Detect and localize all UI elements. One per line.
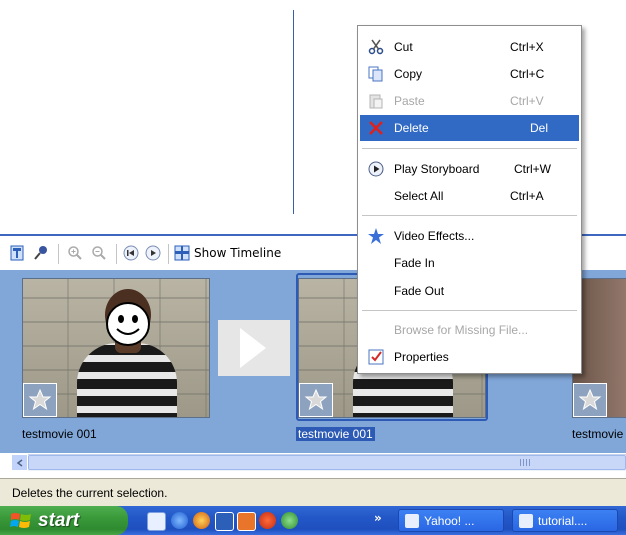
menu-separator <box>362 148 577 149</box>
menu-item-label: Copy <box>394 67 423 81</box>
menu-item-shortcut: Ctrl+C <box>510 67 545 81</box>
powerpoint-icon[interactable] <box>237 512 256 531</box>
microphone-icon[interactable] <box>32 244 50 262</box>
zoom-in-icon[interactable] <box>66 244 84 262</box>
quicklaunch-chevron[interactable]: » <box>374 511 382 525</box>
chevron-left-icon <box>16 458 22 467</box>
transition-slot[interactable] <box>218 320 290 376</box>
timeline-icon <box>174 245 190 261</box>
clip-label-selected: testmovie 001 <box>296 427 375 441</box>
firefox-icon[interactable] <box>193 512 210 529</box>
task-label: Yahoo! ... <box>424 513 475 528</box>
clip-thumbnail <box>22 278 210 418</box>
menu-item-label: Video Effects... <box>394 229 475 243</box>
menu-item-label: Select All <box>394 189 444 203</box>
taskbar: start » Yahoo! ... tutorial.... <box>0 506 626 535</box>
menu-item-browse-missing-file[interactable]: Browse for Missing File... <box>360 317 579 343</box>
menu-item-label: Play Storyboard <box>394 162 480 176</box>
toolbar-separator <box>116 244 117 264</box>
delete-x-icon <box>368 120 384 136</box>
menu-item-shortcut: Ctrl+W <box>514 162 551 176</box>
menu-item-label: Fade Out <box>394 284 445 298</box>
clip-label: testmovie <box>572 427 624 441</box>
menu-item-shortcut: Ctrl+A <box>510 189 544 203</box>
status-bar: Deletes the current selection. <box>0 478 626 506</box>
video-effect-star-icon[interactable] <box>23 383 57 417</box>
menu-item-delete[interactable]: Delete Del <box>360 115 579 141</box>
start-label: start <box>38 509 80 531</box>
media-player-icon[interactable] <box>259 512 276 529</box>
menu-item-paste[interactable]: Paste Ctrl+V <box>360 88 579 114</box>
messenger-icon[interactable] <box>281 512 298 529</box>
narrate-timeline-icon[interactable] <box>8 244 26 262</box>
menu-separator <box>362 310 577 311</box>
clip-label: testmovie 001 <box>22 427 97 441</box>
scroll-left-button[interactable] <box>11 454 28 471</box>
menu-item-fade-in[interactable]: Fade In <box>360 250 579 276</box>
menu-separator <box>362 215 577 216</box>
start-button[interactable]: start <box>0 506 128 535</box>
preview-divider <box>293 10 294 214</box>
menu-item-shortcut: Del <box>530 121 549 135</box>
scissors-icon <box>368 39 384 55</box>
task-label: tutorial.... <box>538 513 588 528</box>
task-button-yahoo[interactable]: Yahoo! ... <box>398 509 504 532</box>
video-effect-star-icon[interactable] <box>299 383 333 417</box>
video-effect-star-icon[interactable] <box>573 383 607 417</box>
zoom-out-icon[interactable] <box>90 244 108 262</box>
menu-item-shortcut: Ctrl+X <box>510 40 544 54</box>
menu-item-properties[interactable]: Properties <box>360 344 579 370</box>
menu-item-cut[interactable]: Cut Ctrl+X <box>360 34 579 60</box>
word-icon[interactable] <box>215 512 234 531</box>
transition-arrow-icon <box>240 328 266 368</box>
internet-explorer-icon[interactable] <box>171 512 188 529</box>
show-desktop-icon[interactable] <box>147 512 166 531</box>
rewind-icon[interactable] <box>122 244 140 262</box>
menu-item-label: Fade In <box>394 256 435 270</box>
status-text: Deletes the current selection. <box>12 486 168 500</box>
toolbar-separator <box>168 244 169 264</box>
smiley-face-icon <box>106 302 150 346</box>
play-icon <box>368 161 384 177</box>
menu-item-label: Delete <box>394 121 429 135</box>
menu-item-label: Paste <box>394 94 425 108</box>
video-effects-star-icon <box>368 228 384 244</box>
toolbar-separator <box>58 244 59 264</box>
menu-item-video-effects[interactable]: Video Effects... <box>360 223 579 249</box>
windows-logo-icon <box>10 512 31 528</box>
menu-item-fade-out[interactable]: Fade Out <box>360 278 579 304</box>
menu-item-shortcut: Ctrl+V <box>510 94 544 108</box>
scrollbar-grip <box>520 459 530 466</box>
storyboard-clip[interactable] <box>22 278 210 418</box>
play-icon[interactable] <box>144 244 162 262</box>
menu-item-play-storyboard[interactable]: Play Storyboard Ctrl+W <box>360 156 579 182</box>
properties-icon <box>368 349 384 365</box>
copy-icon <box>368 66 384 82</box>
scrollbar-thumb[interactable] <box>28 455 626 470</box>
show-timeline-label: Show Timeline <box>194 246 282 260</box>
word-document-icon <box>519 513 533 528</box>
task-button-tutorial[interactable]: tutorial.... <box>512 509 618 532</box>
paste-icon <box>368 93 384 109</box>
menu-item-label: Cut <box>394 40 413 54</box>
menu-item-label: Properties <box>394 350 449 364</box>
context-menu: Cut Ctrl+X Copy Ctrl+C Paste Ctrl+V Dele… <box>357 25 582 374</box>
menu-item-copy[interactable]: Copy Ctrl+C <box>360 61 579 87</box>
menu-item-label: Browse for Missing File... <box>394 323 529 337</box>
browser-window-icon <box>405 513 419 528</box>
show-timeline-button[interactable]: Show Timeline <box>174 244 281 262</box>
menu-item-select-all[interactable]: Select All Ctrl+A <box>360 183 579 209</box>
